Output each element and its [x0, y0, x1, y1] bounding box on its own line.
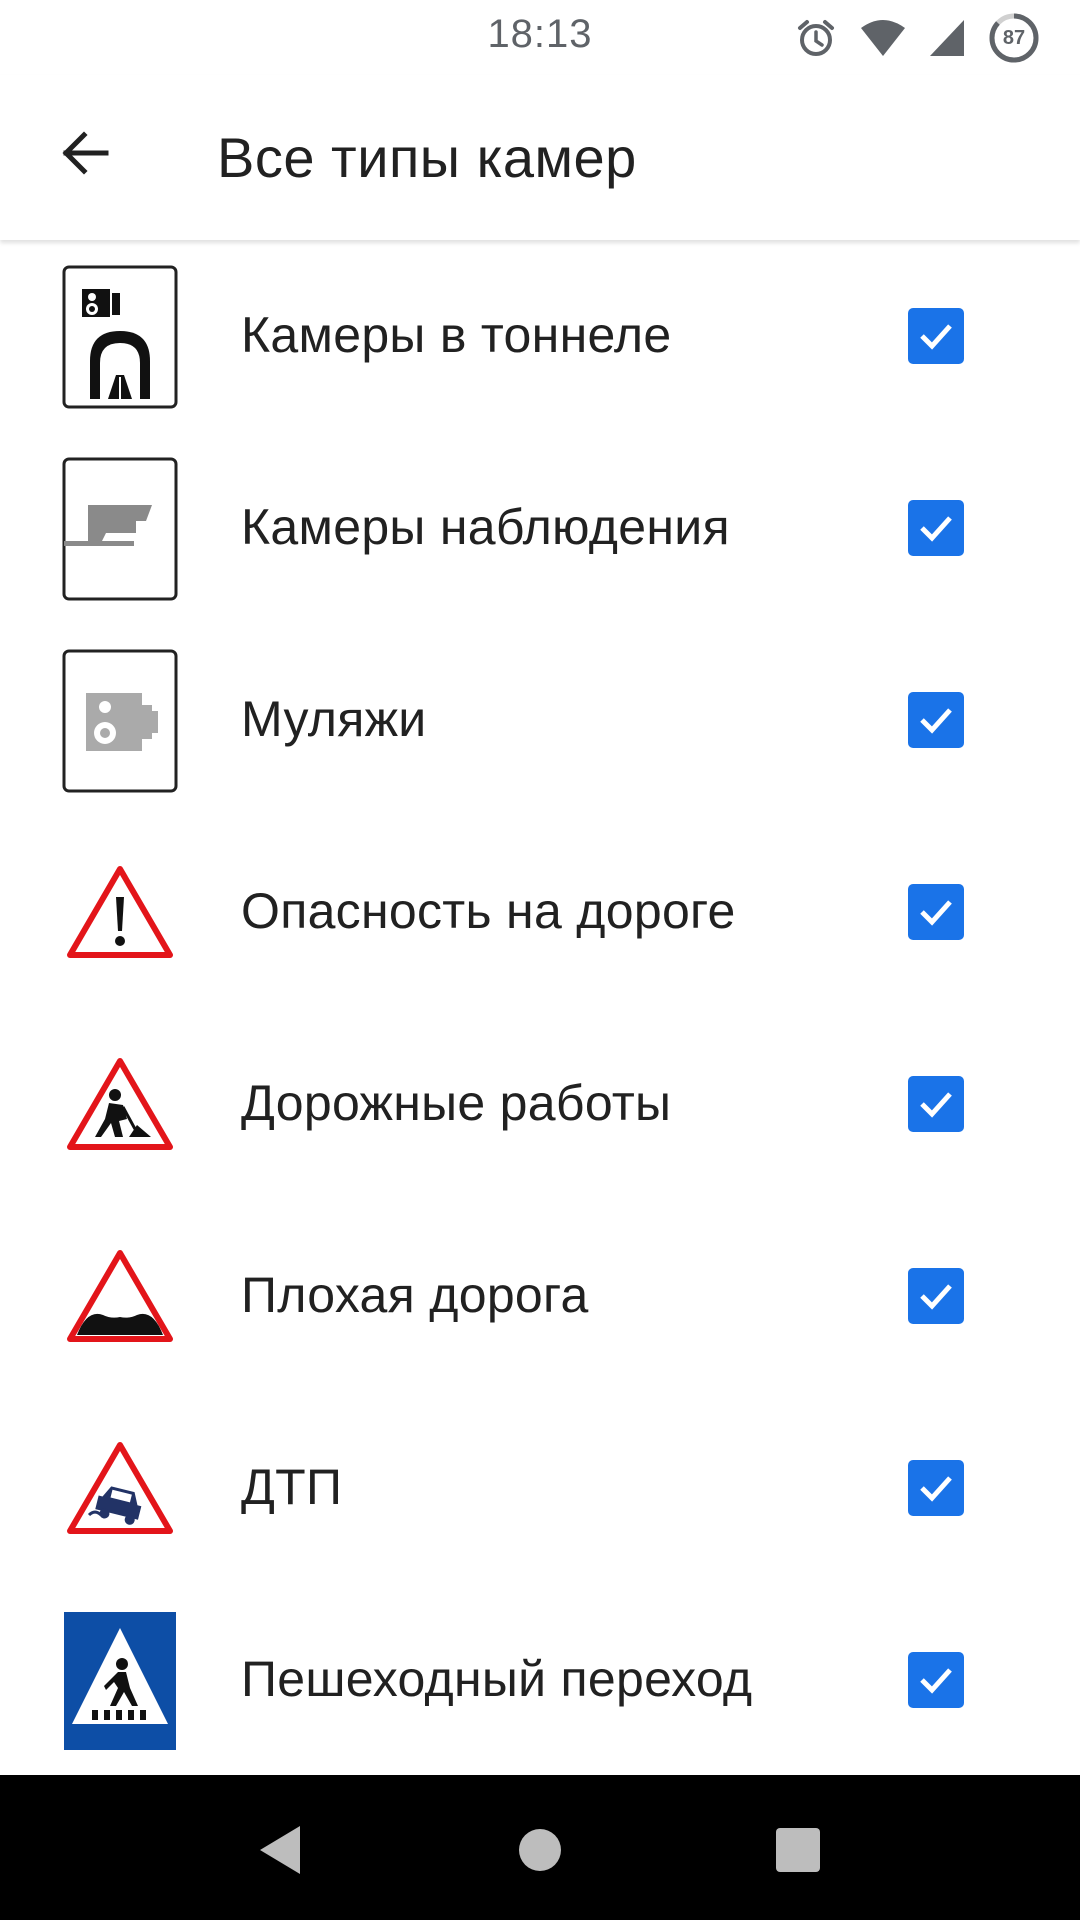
checkbox[interactable] — [908, 1652, 964, 1708]
tunnel-camera-icon — [60, 262, 180, 412]
nav-home-icon — [519, 1829, 561, 1871]
list-item-label: Камеры в тоннеле — [241, 307, 672, 363]
road-works-sign-icon — [60, 1030, 180, 1180]
list-item[interactable]: Дорожные работы — [0, 1008, 1080, 1200]
list-item[interactable]: Плохая дорога — [0, 1200, 1080, 1392]
page-title: Все типы камер — [217, 126, 637, 189]
check-icon — [920, 708, 952, 734]
checkbox[interactable] — [908, 500, 964, 556]
battery-level: 87 — [1002, 27, 1026, 49]
car-accident-sign-icon — [60, 1414, 180, 1564]
list-item-label: Плохая дорога — [241, 1267, 589, 1323]
check-icon — [920, 324, 952, 350]
checkbox[interactable] — [908, 308, 964, 364]
nav-back-button[interactable] — [230, 1800, 330, 1900]
list-item-label: Муляжи — [241, 691, 427, 747]
list-item-label: Опасность на дороге — [241, 883, 736, 939]
list-item[interactable]: Муляжи — [0, 624, 1080, 816]
surveillance-camera-icon — [60, 454, 180, 604]
list-item-label: Пешеходный переход — [241, 1651, 753, 1707]
checkbox[interactable] — [908, 1076, 964, 1132]
wifi-icon — [860, 18, 906, 58]
signal-icon — [928, 18, 966, 58]
app-bar: Все типы камер — [0, 75, 1080, 240]
nav-home-button[interactable] — [490, 1800, 590, 1900]
check-icon — [920, 1284, 952, 1310]
list-item-label: Дорожные работы — [241, 1075, 672, 1131]
pedestrian-crossing-sign-icon — [60, 1606, 180, 1756]
list-item[interactable]: Камеры в тоннеле — [0, 240, 1080, 432]
dummy-camera-icon — [60, 646, 180, 796]
check-icon — [920, 1092, 952, 1118]
status-bar: 18:13 87 — [0, 0, 1080, 75]
list-item[interactable]: ДТП — [0, 1392, 1080, 1584]
checkbox[interactable] — [908, 1268, 964, 1324]
battery-icon: 87 — [988, 12, 1040, 64]
check-icon — [920, 1668, 952, 1694]
alarm-icon — [794, 16, 838, 60]
arrow-back-icon — [62, 131, 109, 175]
list-item-label: ДТП — [241, 1459, 343, 1515]
nav-back-icon — [260, 1826, 300, 1874]
list-item[interactable]: Камеры наблюдения — [0, 432, 1080, 624]
checkbox[interactable] — [908, 1460, 964, 1516]
check-icon — [920, 1476, 952, 1502]
back-button[interactable] — [44, 113, 124, 193]
navigation-bar — [0, 1775, 1080, 1920]
check-icon — [920, 516, 952, 542]
check-icon — [920, 900, 952, 926]
list-item-label: Камеры наблюдения — [241, 499, 730, 555]
nav-recents-icon — [776, 1828, 820, 1872]
camera-type-list: Камеры в тоннеле Камеры наблюдения Муляж… — [0, 240, 1080, 1775]
list-item[interactable]: Опасность на дороге — [0, 816, 1080, 1008]
status-icons: 87 — [794, 10, 1040, 66]
list-item[interactable]: Пешеходный переход — [0, 1584, 1080, 1775]
road-danger-sign-icon — [60, 838, 180, 988]
bad-road-sign-icon — [60, 1222, 180, 1372]
checkbox[interactable] — [908, 692, 964, 748]
nav-recents-button[interactable] — [748, 1800, 848, 1900]
screen: 18:13 87 Все типы камер Камеры в тоннеле… — [0, 0, 1080, 1920]
checkbox[interactable] — [908, 884, 964, 940]
